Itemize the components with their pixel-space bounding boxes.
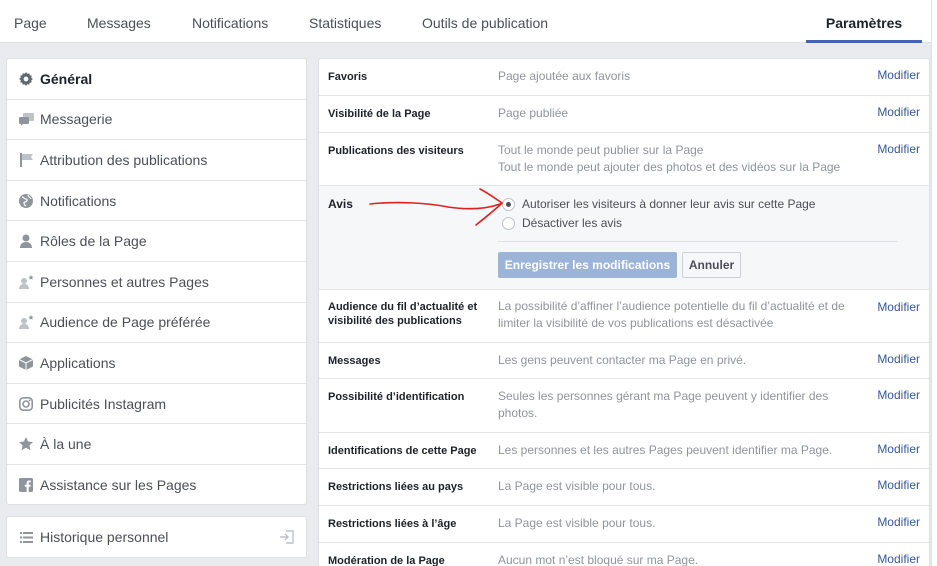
globe-icon [18,193,34,209]
radio-button-checked[interactable] [502,197,515,211]
sidebar-item-label: Messagerie [40,111,113,128]
tab-parametres[interactable]: Paramètres [806,0,922,43]
person-star-icon [18,274,34,290]
row-value: Page ajoutée aux favoris [498,69,631,83]
row-value: La possibilité d’affiner l’audience pote… [498,299,845,330]
person-star-icon [18,314,34,330]
modify-link[interactable]: Modifier [877,515,920,529]
sidebar-item-label: Publicités Instagram [40,395,167,412]
sidebar-item-label: À la une [40,436,92,453]
modify-link[interactable]: Modifier [877,388,920,402]
row-label: Audience du fil d’actualité et visibilit… [328,301,478,327]
modify-link[interactable]: Modifier [877,105,920,119]
tab-notifications[interactable]: Notifications [192,0,268,43]
modify-link[interactable]: Modifier [877,478,920,492]
gear-icon [18,71,34,87]
sidebar-item-label: Attribution des publications [40,151,208,168]
settings-row-restrictions-age: Restrictions liées à l’âge La Page est v… [319,506,929,543]
row-label: Possibilité d’identification [328,391,465,403]
row-label: Restrictions liées au pays [328,481,464,493]
row-label: Favoris [328,71,368,83]
radio-label: Désactiver les avis [522,216,623,230]
star-icon [18,436,34,452]
settings-row-favoris: Favoris Page ajoutée aux favoris Modifie… [319,59,929,96]
row-label: Identifications de cette Page [328,445,477,457]
row-label: Messages [328,355,381,367]
top-navigation: Page Messages Notifications Statistiques… [0,0,937,43]
settings-row-identification: Possibilité d’identification Seules les … [319,379,929,433]
sidebar-item-label: Historique personnel [40,529,169,545]
radio-label: Autoriser les visiteurs à donner leur av… [522,197,816,211]
tab-outils-de-publication[interactable]: Outils de publication [422,0,548,43]
avis-option-enable[interactable]: Autoriser les visiteurs à donner leur av… [502,197,815,211]
sidebar-item-notifications[interactable]: Notifications [7,181,306,222]
modify-link[interactable]: Modifier [877,442,920,456]
row-value: Aucun mot n’est bloqué sur ma Page. [498,553,699,566]
row-value: Tout le monde peut publier sur la Page [498,143,704,157]
sidebar-item-label: Général [40,70,93,87]
cube-icon [18,355,34,371]
row-label: Publications des visiteurs [328,145,464,157]
modify-link[interactable]: Modifier [877,352,920,366]
sidebar-item-label: Personnes et autres Pages [40,273,209,290]
save-changes-button[interactable]: Enregistrer les modifications [498,252,677,278]
instagram-icon [18,396,34,412]
sidebar-item-attribution[interactable]: Attribution des publications [7,140,306,181]
page-right-edge [931,0,937,566]
sidebar-item-label: Applications [40,354,116,371]
settings-panel: Favoris Page ajoutée aux favoris Modifie… [318,58,930,566]
settings-row-identifications-page: Identifications de cette Page Les person… [319,433,929,469]
modify-link[interactable]: Modifier [877,552,920,566]
avis-option-disable[interactable]: Désactiver les avis [502,216,622,230]
facebook-icon [18,477,34,493]
settings-row-moderation: Modération de la Page Aucun mot n’est bl… [319,543,929,566]
row-value: La Page est visible pour tous. [498,516,656,530]
sidebar-item-label: Notifications [40,192,117,209]
sidebar-item-personnes[interactable]: Personnes et autres Pages [7,262,306,303]
settings-row-avis-expanded: Avis Autoriser les visiteurs à donner le… [319,186,929,290]
sidebar-item-label: Rôles de la Page [40,233,147,250]
sidebar-item-messagerie[interactable]: Messagerie [7,100,306,141]
row-value: Les gens peuvent contacter ma Page en pr… [498,353,747,367]
modify-link[interactable]: Modifier [877,300,920,314]
sidebar-item-general[interactable]: Général [7,59,306,100]
sidebar-item-applications[interactable]: Applications [7,343,306,384]
divider [498,241,898,242]
sidebar-item-a-la-une[interactable]: À la une [7,424,306,465]
row-label: Restrictions liées à l’âge [328,518,457,530]
row-label: Visibilité de la Page [328,108,431,120]
radio-button[interactable] [502,216,515,230]
list-icon [18,529,34,545]
settings-sidebar: Général Messagerie Attribution des publi… [6,58,307,505]
modify-link[interactable]: Modifier [877,142,920,156]
tab-page[interactable]: Page [14,0,47,43]
flag-icon [18,152,34,168]
sidebar-item-historique[interactable]: Historique personnel [6,516,307,558]
settings-row-publications-visiteurs: Publications des visiteurs Tout le monde… [319,133,929,186]
sidebar-item-label: Assistance sur les Pages [40,477,197,494]
settings-row-restrictions-pays: Restrictions liées au pays La Page est v… [319,469,929,506]
cancel-button[interactable]: Annuler [682,252,741,278]
modify-link[interactable]: Modifier [877,68,920,82]
tab-messages[interactable]: Messages [87,0,151,43]
sidebar-item-roles[interactable]: Rôles de la Page [7,221,306,262]
sidebar-item-assistance[interactable]: Assistance sur les Pages [7,465,306,504]
settings-row-visibilite: Visibilité de la Page Page publiée Modif… [319,96,929,133]
exit-icon[interactable] [280,530,294,549]
settings-row-messages: Messages Les gens peuvent contacter ma P… [319,343,929,379]
sidebar-item-instagram[interactable]: Publicités Instagram [7,384,306,425]
row-value-secondary: Tout le monde peut ajouter des photos et… [498,160,841,174]
settings-row-audience-fil: Audience du fil d’actualité et visibilit… [319,291,929,343]
row-value: La Page est visible pour tous. [498,479,656,493]
row-value: Les personnes et les autres Pages peuven… [498,443,833,457]
row-value: Page publiée [498,106,569,120]
row-value: Seules les personnes gérant ma Page peuv… [498,389,829,420]
sidebar-item-audience[interactable]: Audience de Page préférée [7,303,306,344]
row-label: Modération de la Page [328,555,445,566]
tab-statistiques[interactable]: Statistiques [309,0,381,43]
person-icon [18,233,34,249]
row-label: Avis [328,197,353,211]
chat-icon [18,111,34,127]
sidebar-item-label: Audience de Page préférée [40,314,211,331]
